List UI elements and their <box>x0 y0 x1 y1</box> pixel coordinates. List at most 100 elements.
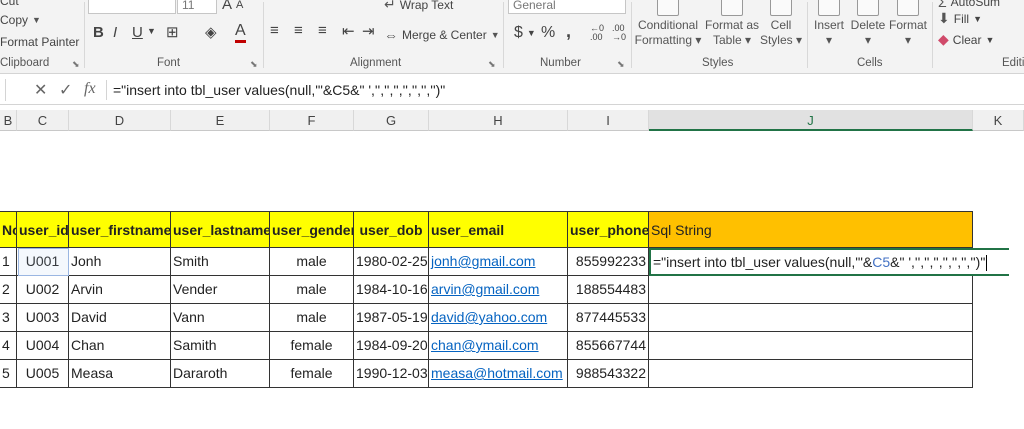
column-header-i[interactable]: I <box>568 110 649 131</box>
column-header-h[interactable]: H <box>429 110 568 131</box>
comma-button[interactable]: , <box>566 21 571 42</box>
header-user-lastname[interactable]: user_lastname <box>171 211 270 248</box>
merge-center-button[interactable]: ⇔ Merge & Center ▼ <box>384 27 500 43</box>
wrap-text-button[interactable]: ↵ Wrap Text <box>384 0 453 13</box>
cell-dob[interactable]: 1984-09-20 <box>354 332 429 360</box>
bold-button[interactable]: B <box>93 24 104 41</box>
cell-no[interactable]: 1 <box>0 248 17 276</box>
cell-dob[interactable]: 1987-05-19 <box>354 304 429 332</box>
cut-button[interactable]: Cut <box>0 0 19 8</box>
cell-email-link[interactable]: david@yahoo.com <box>429 304 568 332</box>
alignment-launcher-icon[interactable]: ⬊ <box>488 59 496 70</box>
header-no[interactable]: No <box>0 211 17 248</box>
cell-dob[interactable]: 1984-10-16 <box>354 276 429 304</box>
cell-sql-string[interactable] <box>649 276 973 304</box>
align-left-icon[interactable]: ≡ <box>270 22 279 39</box>
cell-no[interactable]: 3 <box>0 304 17 332</box>
cell-no[interactable]: 5 <box>0 360 17 388</box>
column-header-j[interactable]: J <box>649 110 973 131</box>
column-header-g[interactable]: G <box>354 110 429 131</box>
cell-no[interactable]: 2 <box>0 276 17 304</box>
cell-email-link[interactable]: jonh@gmail.com <box>429 248 568 276</box>
decrease-indent-icon[interactable]: ⇤ <box>342 22 355 40</box>
cell-lastname[interactable]: Samith <box>171 332 270 360</box>
font-name-box[interactable] <box>88 0 176 14</box>
insert-button[interactable]: Insert ▾ <box>810 0 848 48</box>
cell-email-link[interactable]: arvin@gmail.com <box>429 276 568 304</box>
column-header-k[interactable]: K <box>973 110 1024 131</box>
header-user-phone[interactable]: user_phone <box>568 211 649 248</box>
cell-sql-string-editing[interactable]: ="insert into tbl_user values(null,'"&C5… <box>649 248 1009 276</box>
cell-email-link[interactable]: chan@ymail.com <box>429 332 568 360</box>
header-sql-string[interactable]: Sql String <box>649 211 973 248</box>
cell-lastname[interactable]: Vann <box>171 304 270 332</box>
decrease-decimal-button[interactable]: .00 →0 <box>612 24 632 42</box>
italic-button[interactable]: I <box>113 24 117 41</box>
fill-button[interactable]: ⬇ Fill ▼ <box>938 10 982 27</box>
grow-font-button[interactable]: AA <box>222 0 243 13</box>
cell-gender[interactable]: female <box>270 332 354 360</box>
align-right-icon[interactable]: ≡ <box>318 22 327 39</box>
cell-sql-string[interactable] <box>649 360 973 388</box>
clear-button[interactable]: ◆ Clear ▼ <box>938 31 994 48</box>
percent-button[interactable]: % <box>541 24 555 42</box>
format-button[interactable]: Format ▾ <box>886 0 930 48</box>
column-header-f[interactable]: F <box>270 110 354 131</box>
cell-dob[interactable]: 1990-12-03 <box>354 360 429 388</box>
fill-color-icon[interactable]: ◈ <box>205 23 217 41</box>
increase-indent-icon[interactable]: ⇥ <box>362 22 375 40</box>
enter-formula-icon[interactable]: ✓ <box>59 80 72 100</box>
name-box[interactable] <box>0 79 6 101</box>
clipboard-launcher-icon[interactable]: ⬊ <box>72 59 80 70</box>
increase-decimal-button[interactable]: ←0 .00 <box>590 24 610 42</box>
align-center-icon[interactable]: ≡ <box>294 22 303 39</box>
cancel-formula-icon[interactable]: ✕ <box>34 80 47 100</box>
header-user-firstname[interactable]: user_firstname <box>69 211 171 248</box>
copy-button[interactable]: Copy ▼ <box>0 13 41 27</box>
conditional-formatting-button[interactable]: Conditional Formatting ▾ <box>633 0 703 48</box>
autosum-button[interactable]: Σ AutoSum <box>938 0 1000 10</box>
font-color-icon[interactable]: A <box>235 22 246 43</box>
cell-firstname[interactable]: Arvin <box>69 276 171 304</box>
header-user-email[interactable]: user_email <box>429 211 568 248</box>
cell-styles-button[interactable]: Cell Styles ▾ <box>758 0 804 48</box>
underline-button[interactable]: U <box>132 24 143 41</box>
cell-phone[interactable]: 988543322 <box>568 360 649 388</box>
font-size-box[interactable]: 11 <box>177 0 217 14</box>
cell-no[interactable]: 4 <box>0 332 17 360</box>
cell-user-id[interactable]: U003 <box>17 304 69 332</box>
cell-firstname[interactable]: Chan <box>69 332 171 360</box>
cell-lastname[interactable]: Dararoth <box>171 360 270 388</box>
cell-gender[interactable]: male <box>270 304 354 332</box>
cell-user-id[interactable]: U002 <box>17 276 69 304</box>
cell-phone[interactable]: 855667744 <box>568 332 649 360</box>
cell-firstname[interactable]: David <box>69 304 171 332</box>
column-header-d[interactable]: D <box>69 110 171 131</box>
cell-user-id[interactable]: U004 <box>17 332 69 360</box>
delete-button[interactable]: Delete ▾ <box>848 0 888 48</box>
formula-input[interactable]: ="insert into tbl_user values(null,'"&C5… <box>113 82 445 98</box>
cell-gender[interactable]: male <box>270 248 354 276</box>
column-header-c[interactable]: C <box>17 110 69 131</box>
borders-icon[interactable]: ⊞ <box>166 23 179 41</box>
cell-firstname[interactable]: Jonh <box>69 248 171 276</box>
cell-user-id[interactable]: U005 <box>17 360 69 388</box>
cell-lastname[interactable]: Vender <box>171 276 270 304</box>
header-user-gender[interactable]: user_gender <box>270 211 354 248</box>
header-user-dob[interactable]: user_dob <box>354 211 429 248</box>
format-painter-button[interactable]: Format Painter <box>0 35 79 49</box>
cell-phone[interactable]: 855992233 <box>568 248 649 276</box>
number-format-box[interactable]: General <box>508 0 626 14</box>
cell-firstname[interactable]: Measa <box>69 360 171 388</box>
cell-sql-string[interactable] <box>649 332 973 360</box>
column-header-e[interactable]: E <box>171 110 270 131</box>
cell-lastname[interactable]: Smith <box>171 248 270 276</box>
cell-email-link[interactable]: measa@hotmail.com <box>429 360 568 388</box>
cell-dob[interactable]: 1980-02-25 <box>354 248 429 276</box>
underline-dropdown-icon[interactable]: ▼ <box>147 26 156 36</box>
format-as-table-button[interactable]: Format as Table ▾ <box>702 0 762 48</box>
number-launcher-icon[interactable]: ⬊ <box>617 59 625 70</box>
insert-function-icon[interactable]: fx <box>84 80 96 98</box>
header-user-id[interactable]: user_id <box>17 211 69 248</box>
cell-gender[interactable]: female <box>270 360 354 388</box>
